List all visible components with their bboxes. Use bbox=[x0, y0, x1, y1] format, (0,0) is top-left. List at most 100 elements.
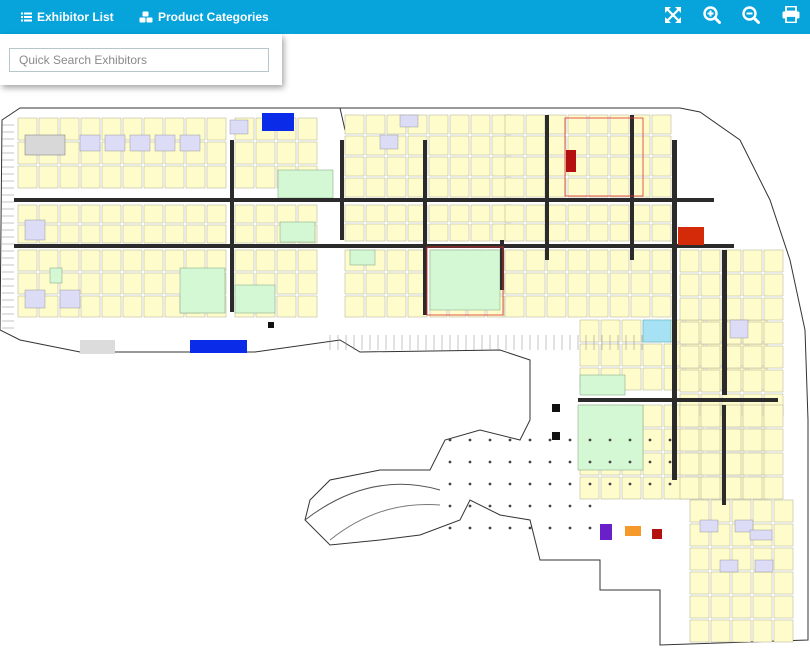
booth bbox=[428, 223, 449, 242]
booth bbox=[642, 343, 663, 367]
column bbox=[588, 526, 592, 530]
booth bbox=[386, 272, 407, 295]
column bbox=[488, 504, 492, 508]
booth bbox=[504, 156, 525, 177]
booth bbox=[470, 204, 491, 223]
marker bbox=[552, 432, 560, 440]
booth bbox=[546, 204, 567, 223]
featured-booth bbox=[79, 134, 101, 152]
booth bbox=[143, 165, 164, 189]
booth bbox=[546, 177, 567, 198]
column bbox=[588, 504, 592, 508]
booth bbox=[101, 224, 122, 244]
fullscreen-button[interactable] bbox=[662, 6, 684, 28]
booth bbox=[689, 499, 710, 523]
featured-booth bbox=[104, 134, 126, 152]
column bbox=[648, 438, 652, 442]
marker bbox=[552, 404, 560, 412]
gray-box bbox=[24, 134, 66, 156]
booth bbox=[689, 547, 710, 571]
aisle bbox=[230, 140, 234, 312]
booth bbox=[689, 571, 710, 595]
booth bbox=[651, 272, 672, 295]
booth bbox=[700, 297, 721, 321]
booth bbox=[80, 204, 101, 224]
booth bbox=[344, 272, 365, 295]
booth bbox=[763, 476, 784, 500]
quick-search-input[interactable] bbox=[9, 48, 269, 72]
booth bbox=[651, 135, 672, 156]
booth bbox=[679, 297, 700, 321]
column bbox=[668, 438, 672, 442]
booth bbox=[679, 428, 700, 452]
booth bbox=[546, 156, 567, 177]
column bbox=[668, 482, 672, 486]
column bbox=[488, 526, 492, 530]
column bbox=[568, 504, 572, 508]
floor-plan-map[interactable] bbox=[0, 100, 810, 653]
highlight-booth-south bbox=[190, 340, 247, 353]
print-icon bbox=[782, 5, 800, 28]
booth bbox=[700, 369, 721, 393]
column bbox=[468, 438, 472, 442]
column bbox=[548, 482, 552, 486]
pavilion-red bbox=[652, 529, 662, 539]
booth bbox=[38, 165, 59, 189]
booth bbox=[588, 204, 609, 223]
column bbox=[588, 460, 592, 464]
zoom-in-button[interactable] bbox=[701, 5, 723, 28]
booth bbox=[525, 295, 546, 318]
booth bbox=[206, 204, 227, 224]
booth bbox=[525, 156, 546, 177]
booth bbox=[763, 321, 784, 345]
booth bbox=[504, 295, 525, 318]
booth bbox=[642, 404, 663, 428]
booth bbox=[504, 223, 525, 242]
booth bbox=[255, 204, 276, 224]
product-categories-label: Product Categories bbox=[158, 10, 269, 24]
booth bbox=[588, 295, 609, 318]
booth bbox=[470, 156, 491, 177]
product-categories-button[interactable]: Product Categories bbox=[139, 0, 269, 34]
booth bbox=[297, 272, 318, 295]
booth bbox=[763, 297, 784, 321]
green-island bbox=[279, 221, 316, 243]
booth bbox=[567, 177, 588, 198]
column bbox=[508, 482, 512, 486]
booth bbox=[365, 177, 386, 198]
booth bbox=[763, 345, 784, 369]
highlight-booth-north bbox=[262, 113, 294, 131]
booth bbox=[630, 295, 651, 318]
booth bbox=[297, 117, 318, 141]
booth bbox=[80, 249, 101, 272]
booth bbox=[255, 141, 276, 165]
booth bbox=[365, 295, 386, 318]
booth bbox=[609, 223, 630, 242]
booth bbox=[588, 223, 609, 242]
booth bbox=[710, 499, 731, 523]
column bbox=[568, 460, 572, 464]
booth bbox=[80, 165, 101, 189]
green-island bbox=[234, 284, 276, 314]
zoom-out-button[interactable] bbox=[740, 5, 762, 28]
booth bbox=[731, 571, 752, 595]
booth bbox=[679, 452, 700, 476]
booth bbox=[365, 156, 386, 177]
booth bbox=[700, 273, 721, 297]
print-button[interactable] bbox=[780, 5, 802, 28]
column bbox=[448, 504, 452, 508]
booth bbox=[773, 499, 794, 523]
booth bbox=[710, 595, 731, 619]
featured-booth bbox=[59, 289, 81, 309]
aisle bbox=[630, 115, 634, 260]
column bbox=[488, 482, 492, 486]
column bbox=[648, 460, 652, 464]
booth bbox=[234, 224, 255, 244]
column bbox=[568, 482, 572, 486]
booth bbox=[122, 249, 143, 272]
booth bbox=[428, 114, 449, 135]
exhibitor-list-button[interactable]: Exhibitor List bbox=[21, 0, 114, 34]
green-island bbox=[179, 267, 226, 314]
booth bbox=[428, 204, 449, 223]
booth bbox=[185, 165, 206, 189]
